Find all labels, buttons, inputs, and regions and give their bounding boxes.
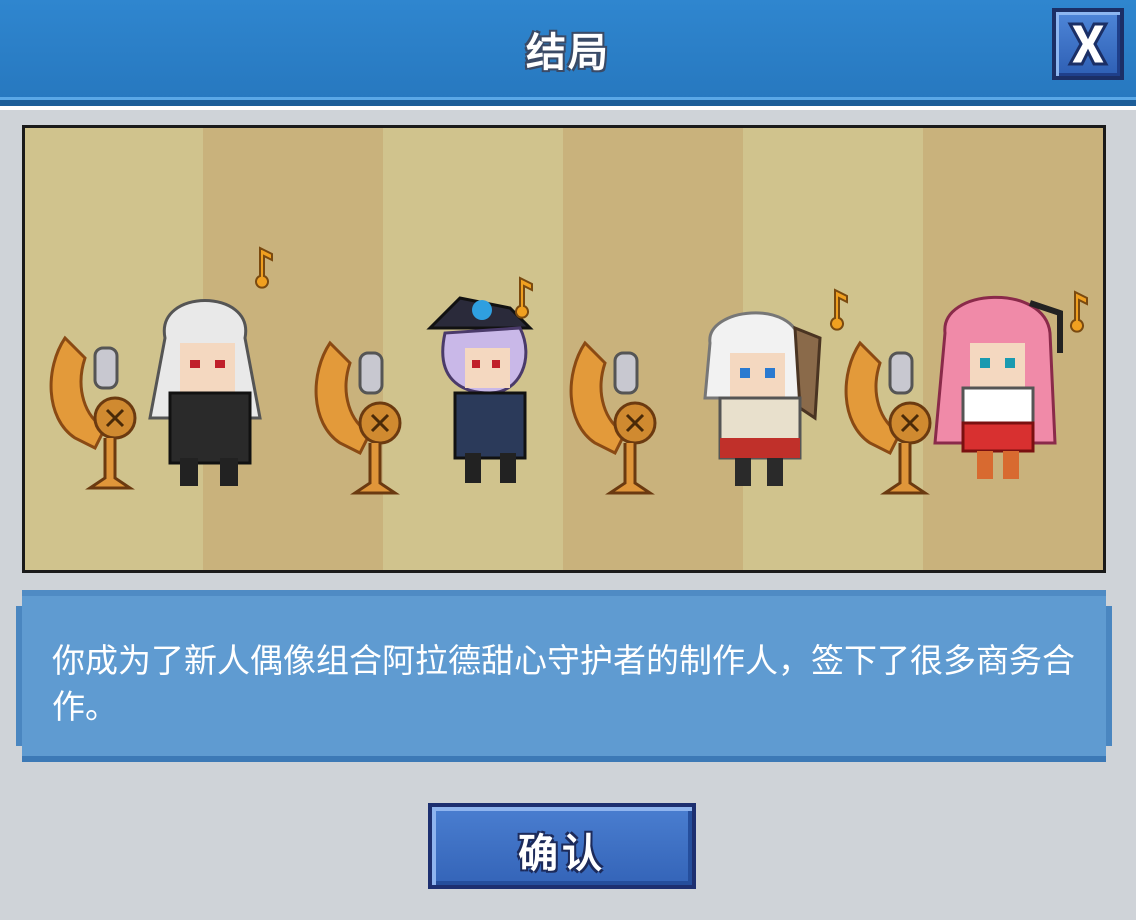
- idol-lavender-hair-witch-hat: [426, 296, 534, 483]
- dialog-header: 结局: [0, 0, 1136, 110]
- idol-pink-hair-red-skirt: [933, 295, 1063, 479]
- ending-description-panel: 你成为了新人偶像组合阿拉德甜心守护者的制作人，签下了很多商务合作。: [16, 590, 1112, 762]
- idols-on-stage-illustration: [49, 246, 1088, 495]
- confirm-button-label: 确认: [518, 831, 606, 877]
- idol-silver-hair-ponytail: [703, 311, 822, 486]
- ending-description-text: 你成为了新人偶像组合阿拉德甜心守护者的制作人，签下了很多商务合作。: [52, 641, 1075, 726]
- header-divider: [0, 106, 1136, 110]
- dialog-title: 结局: [526, 30, 610, 76]
- golden-microphone-stand: [569, 340, 657, 495]
- ending-scene-image: [22, 125, 1106, 573]
- golden-microphone-stand: [314, 340, 402, 495]
- golden-microphone-stand: [49, 335, 137, 490]
- close-x-icon: [1067, 22, 1109, 66]
- close-button[interactable]: [1052, 8, 1124, 80]
- confirm-button[interactable]: 确认: [428, 803, 696, 889]
- idol-white-hair-black-dress: [148, 299, 262, 486]
- golden-microphone-stand: [844, 340, 932, 495]
